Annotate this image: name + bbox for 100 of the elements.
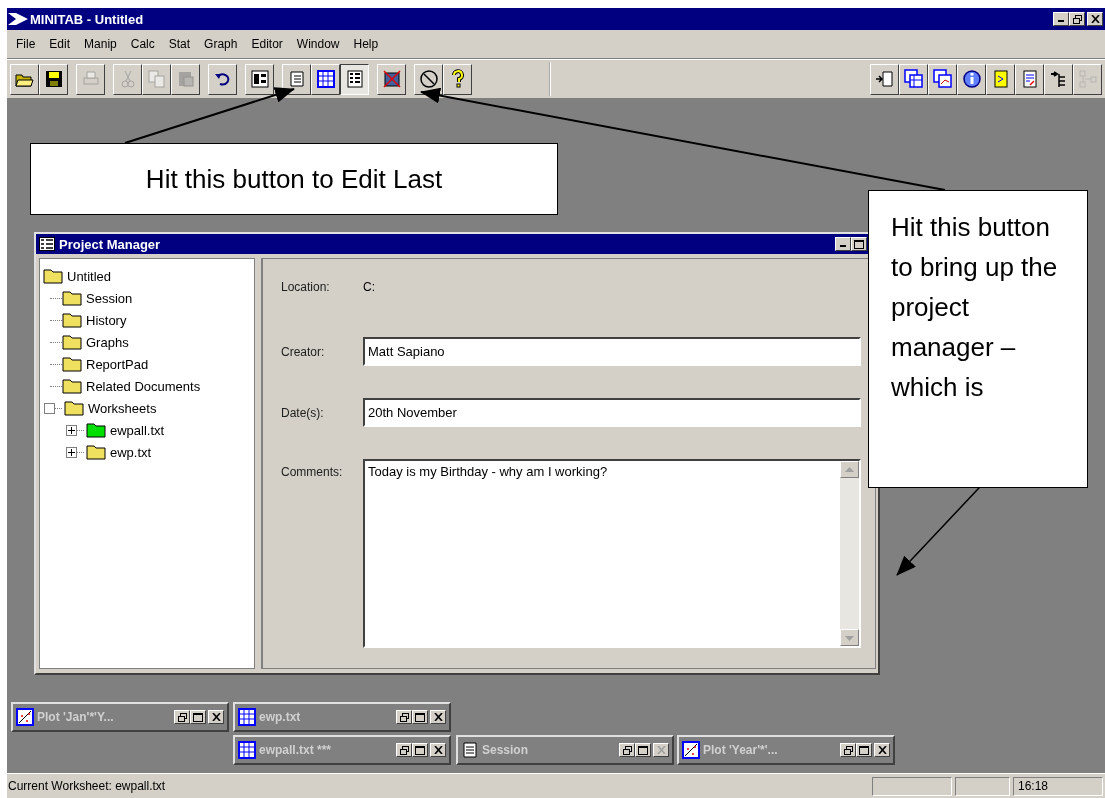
window-title: Plot 'Year'*'... [703,743,778,757]
restore-icon [1072,14,1082,24]
field-label: Location: [281,280,331,294]
expander-box[interactable] [66,446,77,458]
maximize-button[interactable] [412,743,428,757]
folder-icon [86,444,106,460]
maximize-icon [415,712,425,722]
maximize-icon [854,239,864,249]
window-title: Plot 'Jan'*'Y... [37,710,114,724]
prohibited-icon [418,69,439,89]
close-icon [877,746,887,754]
menu-item[interactable]: Stat [161,37,198,51]
menu-item[interactable]: Manip [77,37,124,51]
close-button[interactable] [1087,12,1103,26]
restore-button[interactable] [1069,12,1085,26]
restore-button[interactable] [396,710,412,724]
window-title: MINITAB - Untitled [30,11,144,27]
close-button[interactable] [208,710,224,724]
window-title: Session [482,743,529,757]
folder-icon [62,334,82,350]
close-icon [656,746,666,754]
menu-item[interactable]: Edit [42,37,78,51]
menu-item[interactable]: File [9,37,43,51]
window-title: ewpall.txt *** [259,743,332,757]
menu-item[interactable]: Graph [197,37,245,51]
copy-icon [146,69,167,89]
field-label: Creator: [281,344,326,359]
callout-box: Hit this button to Edit Last [30,143,558,215]
tree-item[interactable]: Untitled [67,268,112,284]
tree-item[interactable]: Related Documents [86,378,201,394]
scroll-icon [461,741,479,759]
restore-button[interactable] [840,743,856,757]
list-icon [39,237,55,251]
minimize-button[interactable] [835,237,851,251]
menu-item[interactable]: Calc [123,37,162,51]
toolbar-button[interactable] [340,63,369,95]
status-time: 16:18 [1013,776,1103,796]
stacked-grid-icon [903,69,924,89]
folder-icon [43,268,63,284]
close-button[interactable] [874,743,890,757]
menu-item[interactable]: Window [289,37,347,51]
input-field[interactable]: 20th November [363,398,861,427]
close-icon [433,746,443,754]
status-text: Current Worksheet: ewpall.txt [7,779,166,793]
maximize-icon [638,745,648,755]
status-panel [955,776,1010,796]
close-icon [1090,15,1100,23]
minimize-button[interactable] [1053,12,1069,26]
grid-icon [238,741,256,759]
grid-icon [238,708,256,726]
tree-item[interactable]: ewpall.txt [110,422,165,438]
callout-box: Hit this button to bring up the project manager – which is [868,190,1088,488]
scatter-plot-icon [682,741,700,759]
close-button[interactable] [430,743,446,757]
menu-item[interactable]: Editor [244,37,290,51]
folder-icon [62,378,82,394]
restore-icon [843,745,853,755]
maximize-button[interactable] [856,743,872,757]
restore-icon [177,712,187,722]
grid-icon [315,69,336,89]
tree-item[interactable]: Graphs [86,334,129,350]
folder-icon [62,312,82,328]
tree-item[interactable]: ewp.txt [110,444,152,460]
tree-item[interactable]: History [86,312,127,328]
menu-item[interactable]: Help [346,37,386,51]
restore-button[interactable] [174,710,190,724]
info-icon [961,69,982,89]
close-icon [433,713,443,721]
form-icon [249,69,270,89]
window-title: ewp.txt [259,710,301,724]
window-title: Project Manager [59,236,161,252]
stacked-chart-icon [932,69,953,89]
tree-item[interactable]: Worksheets [88,400,157,416]
maximize-icon [193,712,203,722]
restore-icon [399,712,409,722]
close-icon [211,713,221,721]
folder-icon [86,422,106,438]
scroll-arrow-icon [874,69,895,89]
maximize-icon [859,745,869,755]
maximize-button[interactable] [851,237,867,251]
maximize-button[interactable] [190,710,206,724]
expander-box[interactable] [66,424,77,436]
folder-icon [62,290,82,306]
close-button[interactable] [430,710,446,724]
folder-icon [62,356,82,372]
scatter-plot-icon [16,708,34,726]
folder-icon [64,400,84,416]
restore-button[interactable] [396,743,412,757]
list-icon [344,69,365,89]
crossed-window-icon [381,69,402,89]
minimize-icon [840,245,846,247]
maximize-button[interactable] [412,710,428,724]
tree-item[interactable]: Session [86,290,133,306]
tree-item[interactable]: ReportPad [86,356,149,372]
restore-icon [399,745,409,755]
restore-icon [622,745,632,755]
location-value: C: [363,280,375,294]
input-field[interactable]: Matt Sapiano [363,337,861,366]
app-logo-icon [7,11,29,27]
field-label: Date(s): [281,405,325,420]
